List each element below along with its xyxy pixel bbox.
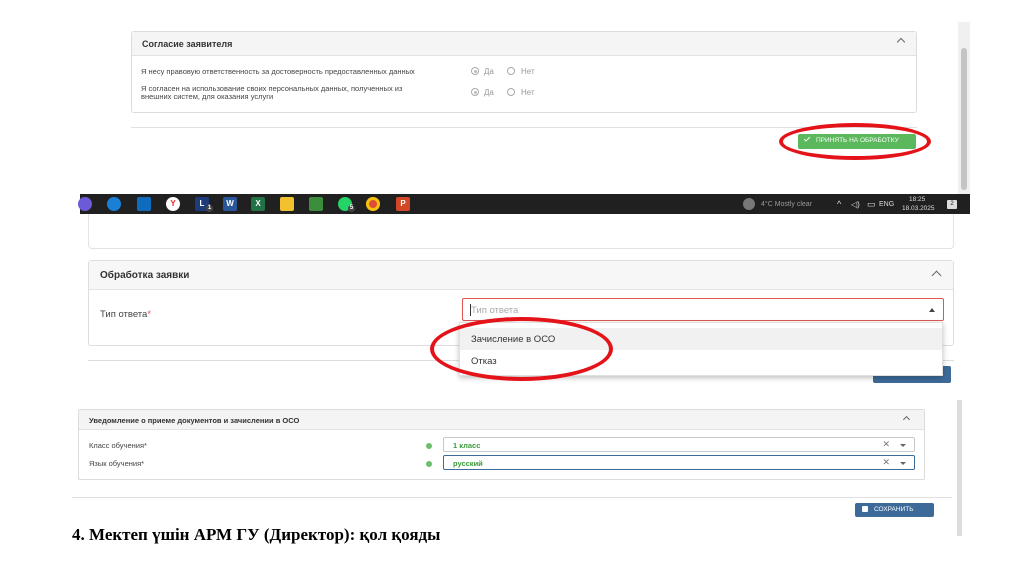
slide-caption: 4. Мектеп үшін АРМ ГУ (Директор): қол қо… xyxy=(72,525,441,544)
app-badge: 5 xyxy=(348,205,355,212)
processing-title: Обработка заявки xyxy=(100,270,190,281)
weather-icon[interactable] xyxy=(743,198,755,210)
q1-no-radio[interactable] xyxy=(507,67,515,75)
save-button[interactable]: СОХРАНИТЬ xyxy=(855,503,934,517)
q2-no-radio[interactable] xyxy=(507,88,515,96)
q1-no-label: Нет xyxy=(521,67,535,76)
clock-time[interactable]: 18:25 xyxy=(909,196,925,203)
edge-icon[interactable] xyxy=(107,197,121,211)
language-label: Язык обучения* xyxy=(89,459,144,468)
app-badge: 1 xyxy=(206,205,213,212)
q1-yes-label: Да xyxy=(484,67,494,76)
required-mark: * xyxy=(141,459,145,468)
notification-panel: Уведомление о приеме документов и зачисл… xyxy=(78,409,925,480)
scrollbar[interactable] xyxy=(958,22,970,194)
save-icon xyxy=(862,506,868,512)
q1-yes-radio[interactable] xyxy=(471,67,479,75)
store-icon[interactable] xyxy=(309,197,323,211)
consent-panel-header[interactable]: Согласие заявителя xyxy=(132,32,916,56)
status-dot xyxy=(426,443,432,449)
yandex-browser-icon[interactable]: Y xyxy=(166,197,180,211)
consent-question-1: Я несу правовую ответственность за досто… xyxy=(141,67,415,76)
powerpoint-icon[interactable]: P xyxy=(396,197,410,211)
app-icon[interactable] xyxy=(78,197,92,211)
language-value: русский xyxy=(453,459,483,468)
caret-down-icon[interactable] xyxy=(900,444,906,447)
word-icon[interactable]: W xyxy=(223,197,237,211)
class-label: Класс обучения* xyxy=(89,441,147,450)
class-select[interactable]: 1 класс ✕ xyxy=(443,437,915,452)
response-type-placeholder: Тип ответа xyxy=(471,305,519,316)
save-label: СОХРАНИТЬ xyxy=(874,506,914,513)
weather-text[interactable]: 4°C Mostly clear xyxy=(761,201,812,208)
required-mark: * xyxy=(144,441,147,450)
excel-icon[interactable]: X xyxy=(251,197,265,211)
q2-no-label: Нет xyxy=(521,88,535,97)
language-indicator[interactable]: ENG xyxy=(879,201,894,208)
status-dot xyxy=(426,461,432,467)
text-cursor xyxy=(470,304,471,316)
clock-date[interactable]: 18.03.2025 xyxy=(902,205,935,212)
highlight-circle xyxy=(430,317,613,381)
speaker-icon[interactable]: ◁) xyxy=(851,200,860,209)
response-type-label-text: Тип ответа xyxy=(100,309,148,320)
consent-question-2-line-2: внешних систем, для оказания услуги xyxy=(141,92,274,101)
notification-screenshot: Уведомление о приеме документов и зачисл… xyxy=(72,400,962,536)
highlight-circle xyxy=(779,123,931,160)
q2-yes-radio[interactable] xyxy=(471,88,479,96)
caret-up-icon[interactable] xyxy=(929,308,935,312)
response-type-label: Тип ответа* xyxy=(100,309,151,320)
consent-screenshot: Согласие заявителя Я несу правовую ответ… xyxy=(78,22,970,214)
processing-panel-header[interactable]: Обработка заявки xyxy=(89,261,953,290)
required-mark: * xyxy=(147,309,152,320)
clear-icon[interactable]: ✕ xyxy=(882,458,890,467)
processing-screenshot: Обработка заявки Тип ответа* Тип ответа … xyxy=(88,214,956,386)
scrollbar[interactable] xyxy=(957,400,962,536)
chevron-up-icon[interactable] xyxy=(896,37,906,47)
consent-title: Согласие заявителя xyxy=(142,39,233,49)
network-icon[interactable]: ▭ xyxy=(867,199,876,210)
chevron-up-icon[interactable]: ^ xyxy=(837,199,841,209)
previous-card-bottom xyxy=(88,214,954,249)
clear-icon[interactable]: ✕ xyxy=(882,440,890,449)
q2-yes-label: Да xyxy=(484,88,494,97)
consent-panel: Согласие заявителя Я несу правовую ответ… xyxy=(131,31,917,113)
consent-page: Согласие заявителя Я несу правовую ответ… xyxy=(80,22,958,194)
divider xyxy=(72,497,952,498)
chevron-up-icon[interactable] xyxy=(902,415,911,424)
chrome-icon[interactable] xyxy=(366,197,380,211)
caret-down-icon[interactable] xyxy=(900,462,906,465)
class-value: 1 класс xyxy=(453,441,481,450)
notification-icon[interactable]: 2 xyxy=(947,200,957,209)
notification-title: Уведомление о приеме документов и зачисл… xyxy=(89,416,300,425)
windows-taskbar: Y L 1 W X 5 P 4°C Mostly clear ^ ◁) ▭ EN… xyxy=(78,194,970,214)
scrollbar-thumb[interactable] xyxy=(961,48,967,190)
language-select[interactable]: русский ✕ xyxy=(443,455,915,470)
notification-panel-header[interactable]: Уведомление о приеме документов и зачисл… xyxy=(79,410,924,430)
chevron-up-icon[interactable] xyxy=(931,270,942,281)
language-label-text: Язык обучения xyxy=(89,459,142,468)
outlook-icon[interactable] xyxy=(137,197,151,211)
class-label-text: Класс обучения xyxy=(89,441,145,450)
file-explorer-icon[interactable] xyxy=(280,197,294,211)
